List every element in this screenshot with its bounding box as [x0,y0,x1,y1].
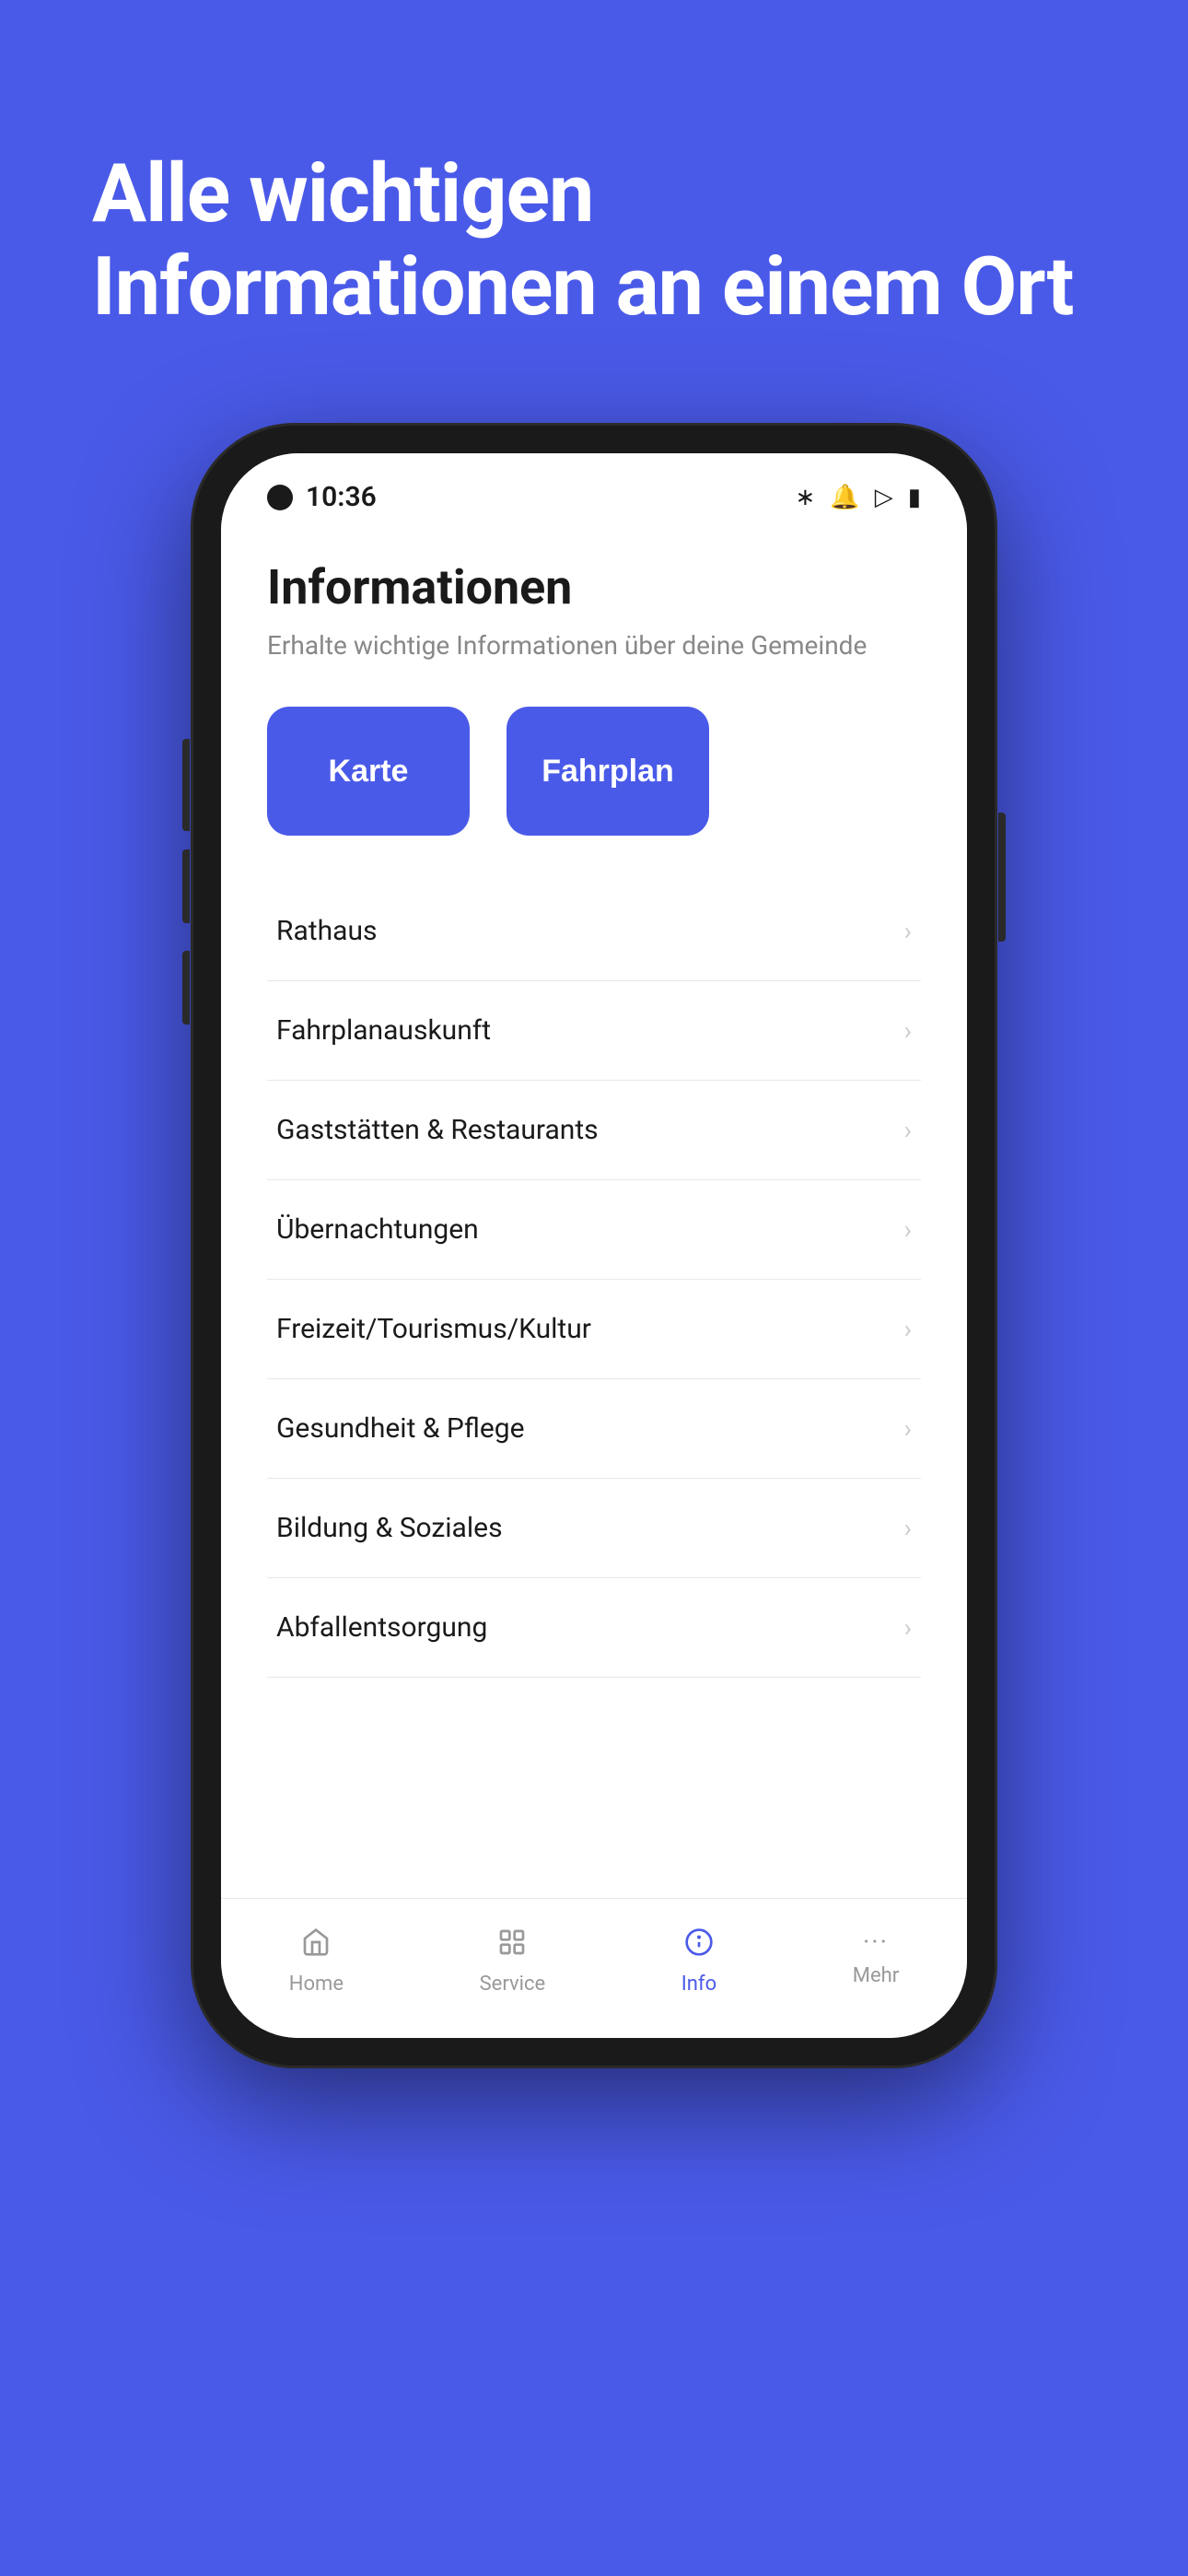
chevron-right-icon: › [904,1015,912,1046]
nav-label-info: Info [681,1973,716,1996]
phone-frame: 10:36 ∗ 🔔 ▷ ▮ Informationen Erhalte wich… [193,426,995,2066]
fahrplan-button[interactable]: Fahrplan [507,707,709,836]
nav-item-home[interactable]: Home [262,1917,371,2005]
home-icon [301,1926,331,1965]
status-bar: 10:36 ∗ 🔔 ▷ ▮ [221,453,967,522]
bottom-nav: Home Service [221,1898,967,2038]
bluetooth-icon: ∗ [796,484,816,511]
info-icon [684,1926,714,1965]
menu-item-label: Gesundheit & Pflege [276,1412,525,1445]
chevron-right-icon: › [904,1612,912,1643]
chevron-right-icon: › [904,1115,912,1145]
list-item[interactable]: Bildung & Soziales › [267,1479,921,1578]
more-icon: ··· [863,1926,889,1957]
screen-content: Informationen Erhalte wichtige Informati… [221,522,967,1898]
nav-item-info[interactable]: Info [654,1917,744,2005]
menu-item-label: Übernachtungen [276,1213,479,1246]
status-time: 10:36 [267,481,377,513]
menu-item-label: Bildung & Soziales [276,1512,503,1544]
list-item[interactable]: Gaststätten & Restaurants › [267,1081,921,1180]
mute-button [182,776,190,831]
camera-dot [267,485,293,510]
grid-icon [497,1926,527,1965]
chevron-right-icon: › [904,916,912,946]
chevron-right-icon: › [904,1314,912,1344]
hero-title: Alle wichtigen Informationen an einem Or… [92,147,1096,334]
nav-label-mehr: Mehr [853,1964,899,1987]
phone-mockup: 10:36 ∗ 🔔 ▷ ▮ Informationen Erhalte wich… [193,426,995,2066]
time-display: 10:36 [306,481,377,513]
list-item[interactable]: Freizeit/Tourismus/Kultur › [267,1280,921,1379]
karte-button[interactable]: Karte [267,707,470,836]
chevron-right-icon: › [904,1513,912,1543]
nav-label-service: Service [480,1973,546,1996]
menu-item-label: Abfallentsorgung [276,1611,487,1644]
wifi-icon: ▷ [875,484,893,511]
phone-screen: 10:36 ∗ 🔔 ▷ ▮ Informationen Erhalte wich… [221,453,967,2038]
list-item[interactable]: Gesundheit & Pflege › [267,1379,921,1479]
chevron-right-icon: › [904,1214,912,1245]
nav-item-service[interactable]: Service [452,1917,574,2005]
menu-item-label: Rathaus [276,915,377,947]
menu-item-label: Freizeit/Tourismus/Kultur [276,1313,591,1345]
page-subtitle: Erhalte wichtige Informationen über dein… [267,630,921,661]
battery-icon: ▮ [908,484,921,511]
volume-up-button [182,849,190,923]
list-item[interactable]: Abfallentsorgung › [267,1578,921,1678]
menu-item-label: Gaststätten & Restaurants [276,1114,599,1146]
list-item[interactable]: Rathaus › [267,882,921,981]
bell-icon: 🔔 [830,484,859,511]
list-item[interactable]: Fahrplanauskunft › [267,981,921,1081]
hero-section: Alle wichtigen Informationen an einem Or… [0,0,1188,407]
volume-down-button [182,951,190,1025]
page-title: Informationen [267,559,921,615]
status-icons: ∗ 🔔 ▷ ▮ [796,484,921,511]
quick-buttons-row: Karte Fahrplan [267,707,921,836]
list-item[interactable]: Übernachtungen › [267,1180,921,1280]
nav-item-mehr[interactable]: ··· Mehr [825,1917,926,2005]
menu-list: Rathaus › Fahrplanauskunft › Gaststätten… [267,882,921,1678]
chevron-right-icon: › [904,1413,912,1444]
menu-item-label: Fahrplanauskunft [276,1014,491,1047]
nav-label-home: Home [289,1973,344,1996]
